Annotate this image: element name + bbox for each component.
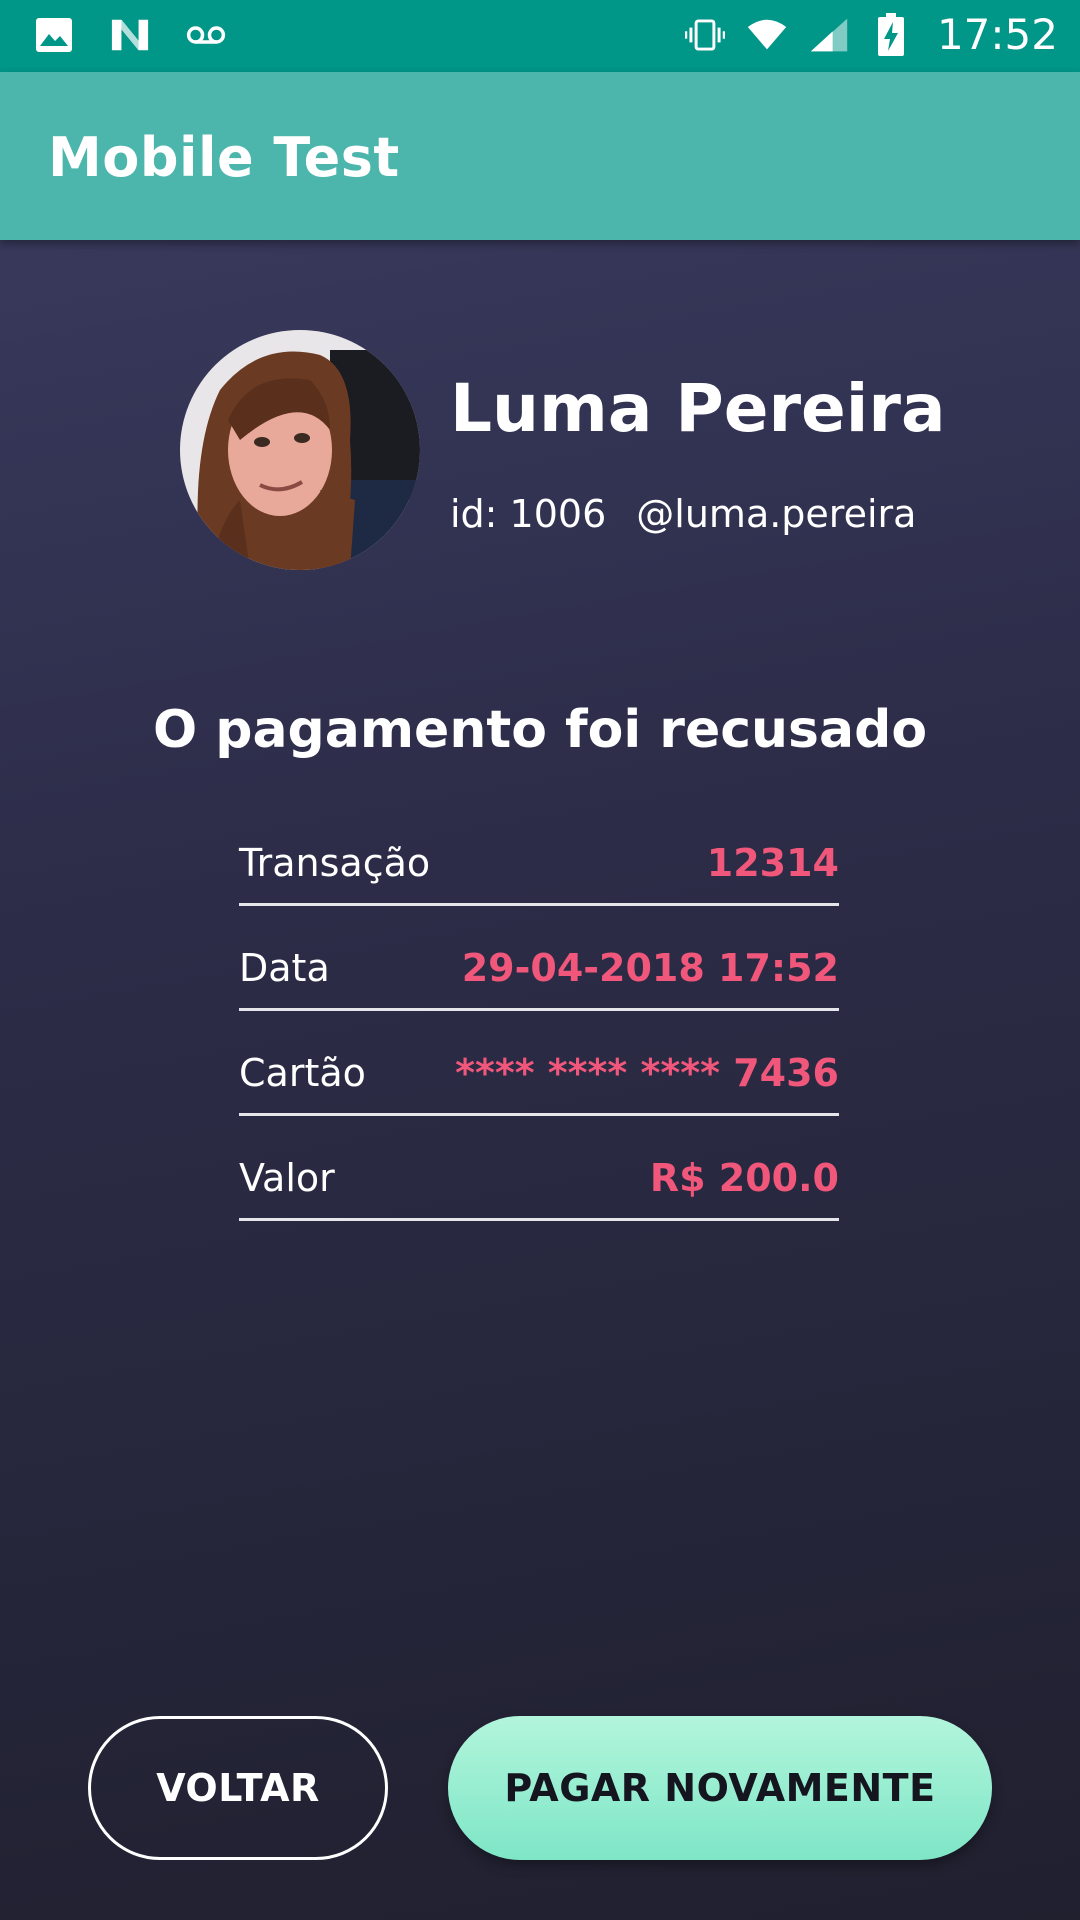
n-logo-icon: [110, 14, 150, 56]
detail-label: Valor: [239, 1156, 335, 1200]
avatar: [180, 330, 420, 570]
user-id: id: 1006: [450, 492, 607, 536]
user-handle: @luma.pereira: [636, 492, 917, 536]
battery-charging-icon: [871, 12, 911, 56]
payment-status-title: O pagamento foi recusado: [152, 700, 928, 760]
user-meta: id: 1006 @luma.pereira: [450, 492, 916, 536]
detail-value: 29-04-2018 17:52: [461, 946, 839, 990]
image-icon: [34, 14, 74, 56]
pay-again-button[interactable]: PAGAR NOVAMENTE: [448, 1716, 992, 1860]
voicemail-icon: [186, 14, 226, 56]
signal-icon: [809, 14, 849, 56]
detail-label: Transação: [239, 841, 431, 885]
detail-value: **** **** **** 7436: [455, 1051, 839, 1095]
detail-label: Data: [239, 946, 330, 990]
detail-row-card: Cartão **** **** **** 7436: [239, 1011, 839, 1116]
detail-row-amount: Valor R$ 200.0: [239, 1116, 839, 1221]
vibrate-icon: [684, 14, 725, 56]
user-name: Luma Pereira: [450, 370, 946, 447]
wifi-icon: [747, 14, 787, 56]
detail-value: R$ 200.0: [649, 1156, 839, 1200]
status-bar: 17:52: [0, 0, 1080, 72]
app-bar: Mobile Test: [0, 72, 1080, 240]
detail-label: Cartão: [239, 1051, 366, 1095]
detail-value: 12314: [706, 841, 839, 885]
app-title: Mobile Test: [48, 126, 400, 189]
transaction-details: Transação 12314 Data 29-04-2018 17:52 Ca…: [239, 810, 839, 1221]
status-clock: 17:52: [936, 10, 1058, 59]
payment-result-screen: 17:52 Mobile Test Luma Pereira id: 1006 @…: [0, 0, 1080, 1920]
detail-row-date: Data 29-04-2018 17:52: [239, 906, 839, 1011]
detail-row-transaction: Transação 12314: [239, 810, 839, 906]
back-button[interactable]: VOLTAR: [88, 1716, 388, 1860]
